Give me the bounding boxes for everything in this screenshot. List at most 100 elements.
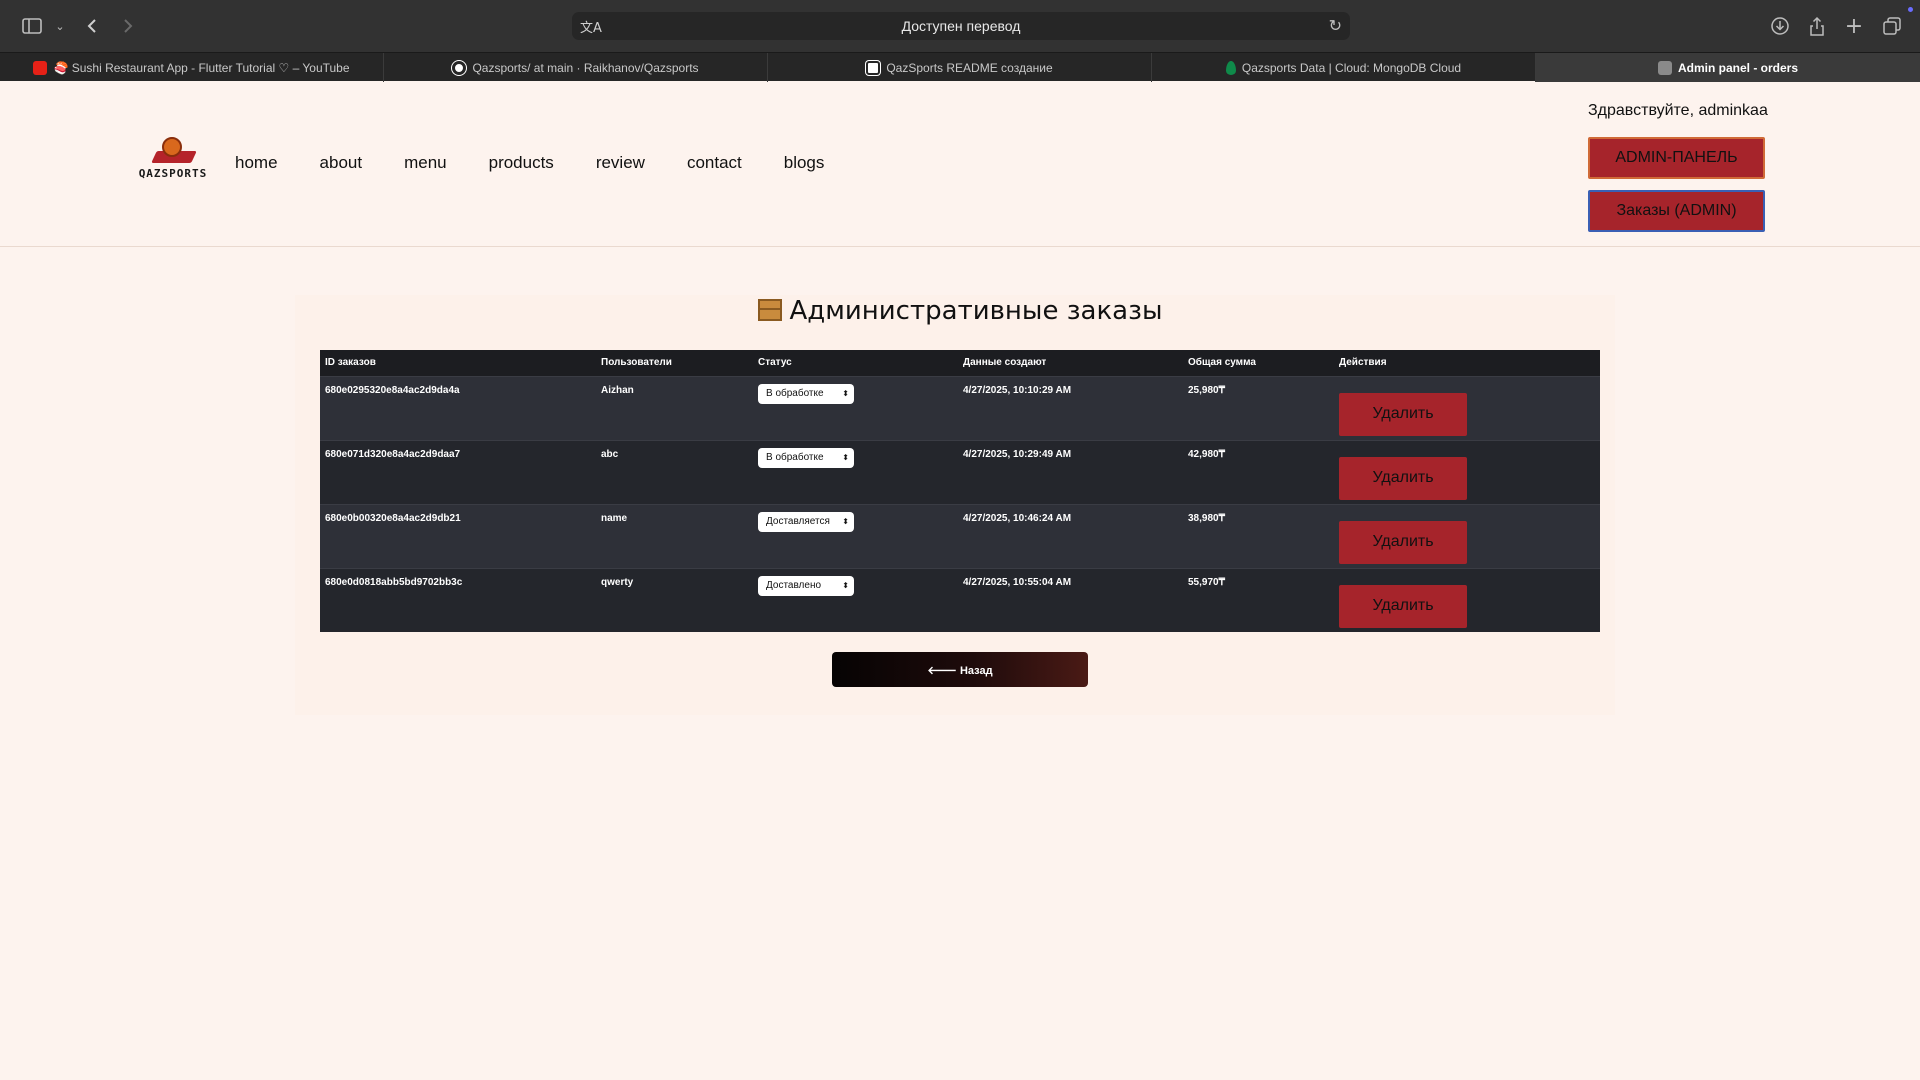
table-row: 680e0d0818abb5bd9702bb3c qwerty Доставле…: [320, 567, 1600, 632]
logo-text: QAZSPORTS: [138, 167, 208, 180]
back-button[interactable]: 🡐 Назад: [832, 652, 1088, 687]
status-value: В обработке: [766, 388, 824, 399]
delete-order-button[interactable]: Удалить: [1339, 584, 1467, 628]
nav-home[interactable]: home: [235, 153, 278, 173]
share-icon[interactable]: [1805, 14, 1829, 38]
actions-cell: Удалить: [1334, 439, 1600, 504]
download-icon[interactable]: [1768, 14, 1792, 38]
order-id-cell: 680e0295320e8a4ac2d9da4a: [320, 375, 596, 440]
package-icon: [757, 299, 782, 321]
tab-overview-icon[interactable]: [1880, 14, 1904, 38]
actions-cell: Удалить: [1334, 567, 1600, 632]
back-arrow-icon[interactable]: [80, 14, 104, 38]
created-cell: 4/27/2025, 10:55:04 AM: [958, 567, 1183, 632]
order-id-cell: 680e0d0818abb5bd9702bb3c: [320, 567, 596, 632]
github-icon: [452, 60, 467, 75]
main-nav: home about menu products review contact …: [235, 153, 866, 173]
page-title: Административные заказы: [0, 296, 1920, 326]
tab-github[interactable]: Qazsports/ at main · Raikhanov/Qazsports: [384, 53, 768, 82]
user-cell: abc: [596, 439, 753, 504]
table-row: 680e0295320e8a4ac2d9da4a Aizhan В обрабо…: [320, 375, 1600, 440]
site-logo[interactable]: QAZSPORTS: [138, 137, 208, 187]
status-value: В обработке: [766, 452, 824, 463]
tab-bar: 🍣 Sushi Restaurant App - Flutter Tutoria…: [0, 52, 1920, 82]
youtube-icon: [33, 60, 48, 75]
status-select[interactable]: Доставляется ⬍: [758, 511, 854, 532]
address-bar[interactable]: 文A Доступен перевод ↻: [572, 12, 1350, 40]
nav-products[interactable]: products: [489, 153, 554, 173]
user-cell: Aizhan: [596, 375, 753, 440]
orders-table: ID заказов Пользователи Статус Данные со…: [320, 350, 1600, 632]
table-row: 680e0b00320e8a4ac2d9db21 name Доставляет…: [320, 503, 1600, 568]
site-header: QAZSPORTS home about menu products revie…: [0, 81, 1920, 247]
chatgpt-icon: [866, 60, 881, 75]
column-header-order-id: ID заказов: [320, 350, 596, 376]
tab-youtube[interactable]: 🍣 Sushi Restaurant App - Flutter Tutoria…: [0, 53, 384, 82]
new-tab-plus-icon[interactable]: +: [1842, 14, 1866, 39]
tab-mongodb[interactable]: Qazsports Data | Cloud: MongoDB Cloud: [1152, 53, 1536, 82]
status-cell: Доставляется ⬍: [753, 503, 958, 568]
forward-arrow-icon[interactable]: [116, 14, 140, 38]
tab-label: Qazsports/ at main · Raikhanov/Qazsports: [472, 60, 699, 75]
select-arrows-icon: ⬍: [842, 453, 849, 462]
sidebar-toggle-icon[interactable]: [20, 14, 44, 38]
tab-admin-orders[interactable]: Admin panel - orders: [1536, 53, 1920, 82]
status-cell: В обработке ⬍: [753, 439, 958, 504]
column-header-created: Данные создают: [958, 350, 1183, 376]
delete-order-button[interactable]: Удалить: [1339, 520, 1467, 564]
status-cell: Доставлено ⬍: [753, 567, 958, 632]
admin-panel-button[interactable]: ADMIN-ПАНЕЛЬ: [1588, 137, 1765, 179]
chevron-down-icon[interactable]: ⌄: [48, 14, 72, 38]
delete-order-button[interactable]: Удалить: [1339, 456, 1467, 500]
basketball-icon: [162, 137, 182, 157]
tab-label: Qazsports Data | Cloud: MongoDB Cloud: [1241, 60, 1462, 75]
user-cell: name: [596, 503, 753, 568]
column-header-status: Статус: [753, 350, 958, 376]
tab-label: 🍣 Sushi Restaurant App - Flutter Tutoria…: [53, 60, 350, 75]
tab-label: QazSports README создание: [886, 60, 1053, 75]
user-greeting: Здравствуйте, adminkaa: [1588, 102, 1768, 119]
total-cell: 42,980₸: [1183, 439, 1334, 504]
status-select[interactable]: Доставлено ⬍: [758, 575, 854, 596]
nav-review[interactable]: review: [596, 153, 645, 173]
created-cell: 4/27/2025, 10:46:24 AM: [958, 503, 1183, 568]
nav-blogs[interactable]: blogs: [784, 153, 825, 173]
select-arrows-icon: ⬍: [842, 389, 849, 398]
admin-orders-button[interactable]: Заказы (ADMIN): [1588, 190, 1765, 232]
address-text: Доступен перевод: [901, 18, 1021, 34]
tab-label: Admin panel - orders: [1677, 60, 1799, 75]
column-header-total: Общая сумма: [1183, 350, 1334, 376]
actions-cell: Удалить: [1334, 375, 1600, 440]
table-header-row: ID заказов Пользователи Статус Данные со…: [320, 350, 1600, 376]
nav-menu[interactable]: menu: [404, 153, 447, 173]
nav-about[interactable]: about: [320, 153, 363, 173]
created-cell: 4/27/2025, 10:10:29 AM: [958, 375, 1183, 440]
column-header-user: Пользователи: [596, 350, 753, 376]
mongodb-leaf-icon: [1225, 60, 1236, 75]
table-row: 680e071d320e8a4ac2d9daa7 abc В обработке…: [320, 439, 1600, 504]
total-cell: 55,970₸: [1183, 567, 1334, 632]
reload-icon[interactable]: ↻: [1329, 16, 1342, 35]
total-cell: 38,980₸: [1183, 503, 1334, 568]
select-arrows-icon: ⬍: [842, 517, 849, 526]
status-cell: В обработке ⬍: [753, 375, 958, 440]
created-cell: 4/27/2025, 10:29:49 AM: [958, 439, 1183, 504]
nav-contact[interactable]: contact: [687, 153, 742, 173]
page-icon: [1657, 60, 1672, 75]
actions-cell: Удалить: [1334, 503, 1600, 568]
status-select[interactable]: В обработке ⬍: [758, 383, 854, 404]
delete-order-button[interactable]: Удалить: [1339, 392, 1467, 436]
column-header-actions: Действия: [1334, 350, 1600, 376]
order-id-cell: 680e0b00320e8a4ac2d9db21: [320, 503, 596, 568]
status-value: Доставляется: [766, 516, 830, 527]
user-cell: qwerty: [596, 567, 753, 632]
order-id-cell: 680e071d320e8a4ac2d9daa7: [320, 439, 596, 504]
tab-chatgpt[interactable]: QazSports README создание: [768, 53, 1152, 82]
status-select[interactable]: В обработке ⬍: [758, 447, 854, 468]
browser-toolbar: ⌄ 文A Доступен перевод ↻ +: [0, 0, 1920, 52]
page-title-text: Административные заказы: [789, 296, 1163, 326]
status-value: Доставлено: [766, 580, 822, 591]
total-cell: 25,980₸: [1183, 375, 1334, 440]
select-arrows-icon: ⬍: [842, 581, 849, 590]
notification-dot: [1908, 7, 1913, 12]
